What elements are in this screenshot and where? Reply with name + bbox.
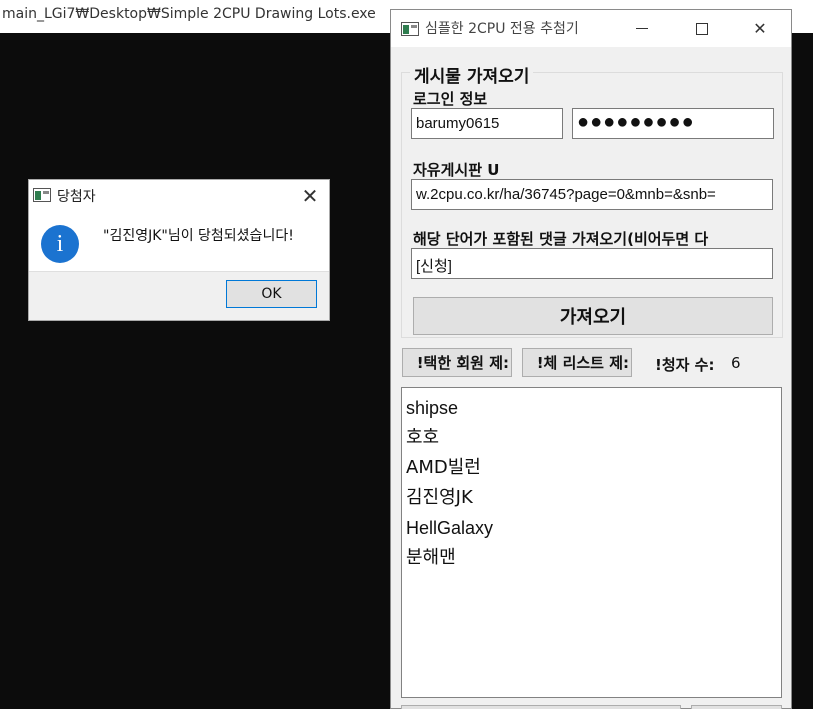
ok-button[interactable]: OK <box>226 280 317 308</box>
keyword-field[interactable]: [신청] <box>411 248 773 279</box>
applicant-count-value: 6 <box>731 354 741 372</box>
dialog-window-icon <box>33 188 51 202</box>
list-item[interactable]: AMD빌런 <box>406 454 777 484</box>
minimize-icon <box>636 28 648 29</box>
fetch-post-group: 게시물 가져오기 로그인 정보 barumy0615 ●●●●●●●●● 자유게… <box>401 62 783 338</box>
close-button[interactable]: ✕ <box>737 10 783 47</box>
bottom-button-partial[interactable] <box>401 705 681 709</box>
fetch-button[interactable]: 가져오기 <box>413 297 773 335</box>
group-title: 게시물 가져오기 <box>410 62 534 87</box>
main-window-title: 심플한 2CPU 전용 추첨기 <box>425 21 579 37</box>
info-icon: i <box>41 225 79 263</box>
console-window-title: main_LGi7₩Desktop₩Simple 2CPU Drawing Lo… <box>2 6 376 22</box>
list-item[interactable]: HellGalaxy <box>406 514 777 544</box>
applicant-count-label: !청자 수: <box>655 356 715 374</box>
login-info-label: 로그인 정보 <box>413 90 488 108</box>
close-icon: ✕ <box>753 19 767 38</box>
list-item[interactable]: 분해맨 <box>406 544 777 574</box>
maximize-button[interactable] <box>679 10 725 47</box>
maximize-icon <box>696 22 708 35</box>
board-url-field[interactable]: w.2cpu.co.kr/ha/36745?page=0&mnb=&snb= <box>411 179 773 210</box>
board-url-label: 자유게시판 U <box>413 161 500 179</box>
main-window: 심플한 2CPU 전용 추첨기 ✕ 게시물 가져오기 로그인 정보 barumy… <box>390 9 792 709</box>
main-titlebar[interactable]: 심플한 2CPU 전용 추첨기 ✕ <box>391 10 791 47</box>
app-window-icon <box>401 22 419 36</box>
list-item[interactable]: shipse <box>406 394 777 424</box>
username-field[interactable]: barumy0615 <box>411 108 563 139</box>
dialog-title: 당첨자 <box>57 189 96 205</box>
list-item[interactable]: 호호 <box>406 424 777 454</box>
clear-list-button[interactable]: !체 리스트 제: <box>522 348 632 377</box>
keyword-label: 해당 단어가 포함된 댓글 가져오기(비어두면 다 <box>413 230 709 248</box>
minimize-button[interactable] <box>619 10 665 47</box>
dialog-close-button[interactable]: ✕ <box>297 183 323 209</box>
password-field[interactable]: ●●●●●●●●● <box>572 108 774 139</box>
remove-selected-member-button[interactable]: !택한 회원 제: <box>402 348 512 377</box>
dialog-message: "김진영JK"님이 당첨되셨습니다! <box>103 228 294 244</box>
bottom-button-partial[interactable] <box>691 705 782 709</box>
list-item[interactable]: 김진영JK <box>406 484 777 514</box>
applicant-list[interactable]: shipse 호호 AMD빌런 김진영JK HellGalaxy 분해맨 <box>401 387 782 698</box>
winner-dialog: 당첨자 ✕ i "김진영JK"님이 당첨되셨습니다! OK <box>28 179 330 321</box>
